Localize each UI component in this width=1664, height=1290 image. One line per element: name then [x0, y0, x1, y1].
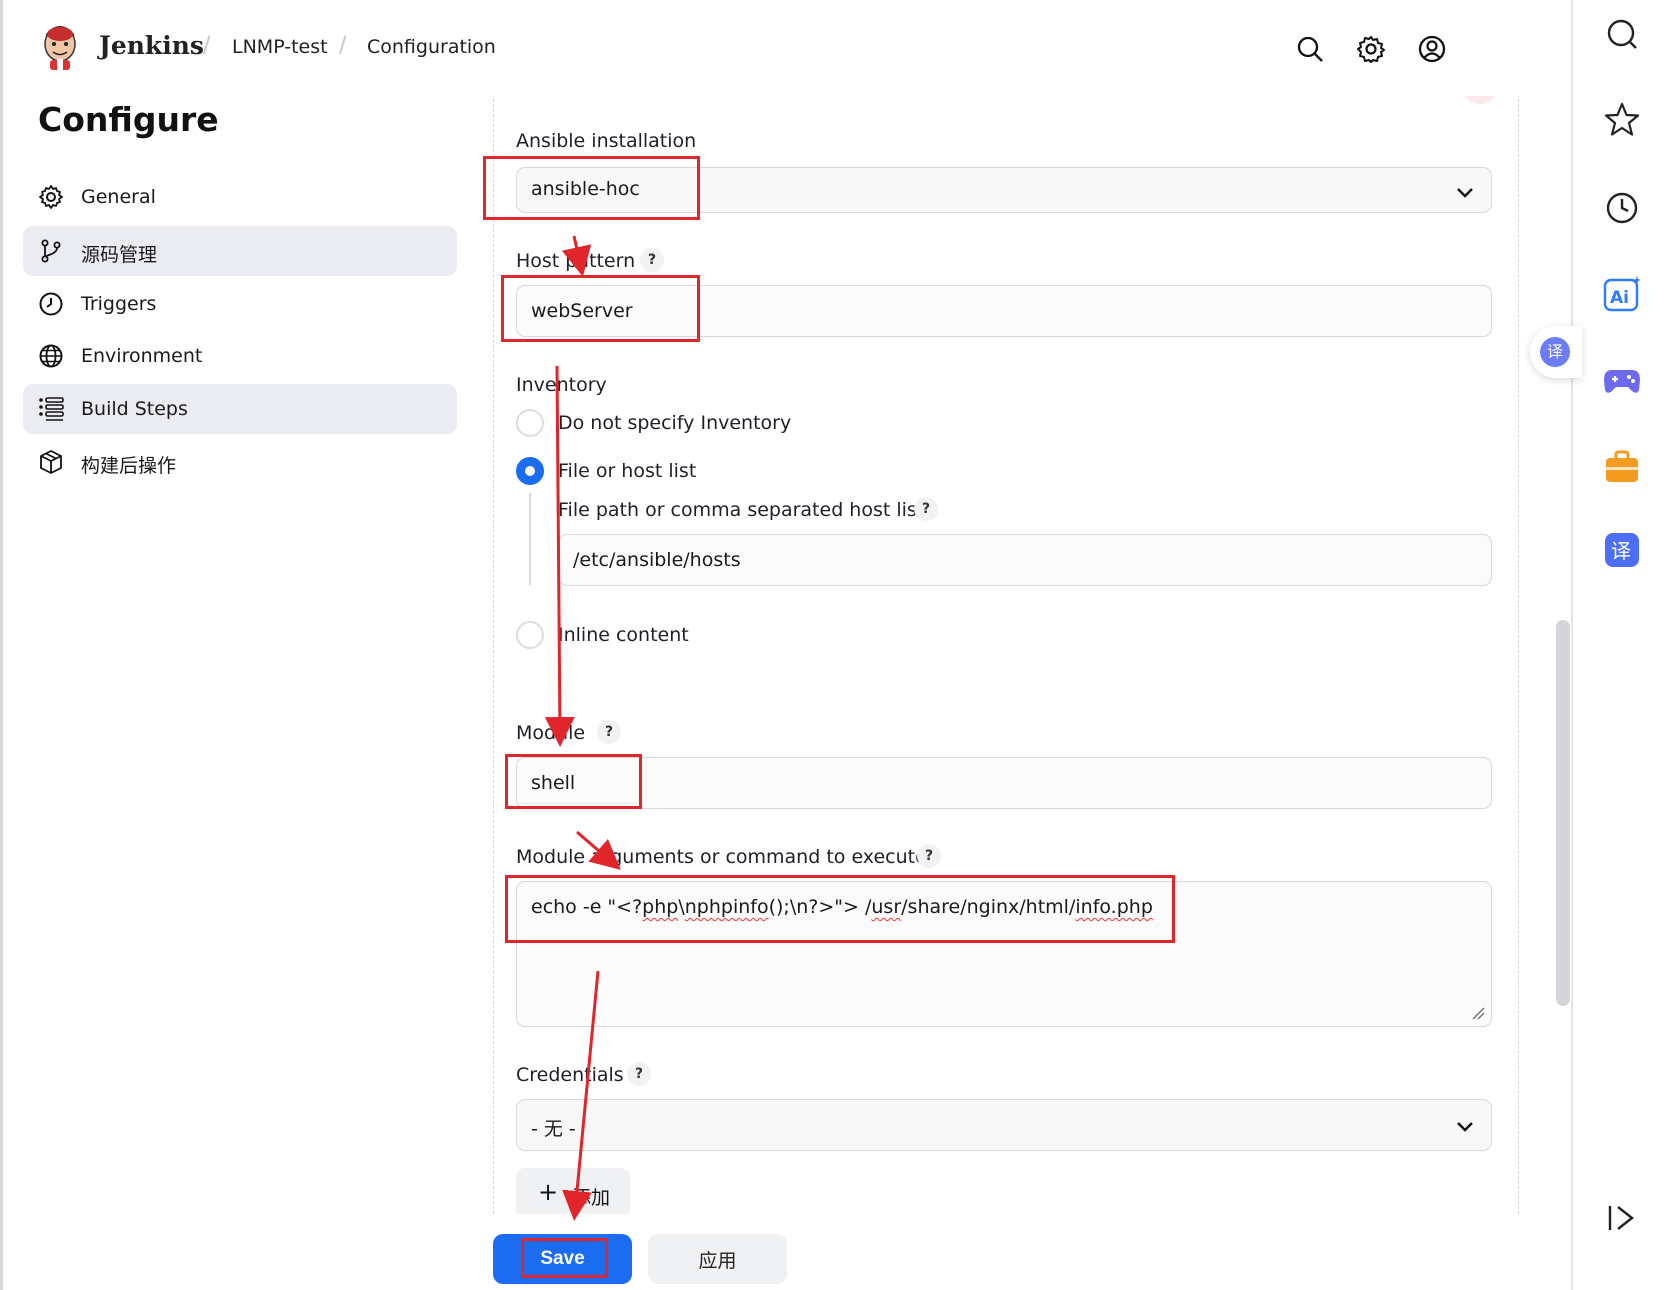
inventory-label: Inventory [516, 374, 607, 396]
page-title: Configure [38, 100, 219, 139]
annotation-box [505, 875, 1175, 943]
list-icon [39, 397, 64, 421]
resize-handle-icon[interactable] [1471, 1006, 1485, 1020]
gear-icon [39, 185, 63, 209]
top-header: Jenkins / LNMP-test / Configuration [3, 0, 1571, 96]
search-icon[interactable] [1602, 15, 1642, 55]
credentials-select[interactable]: - 无 - [516, 1099, 1492, 1151]
radio-file-host-list[interactable] [516, 457, 544, 485]
radio-inline-content-label: Inline content [558, 624, 689, 646]
search-icon[interactable] [1295, 34, 1325, 64]
history-icon[interactable] [1602, 188, 1642, 228]
clock-icon [39, 292, 63, 316]
help-icon[interactable]: ? [597, 720, 621, 744]
user-icon[interactable] [1417, 34, 1447, 64]
game-icon[interactable] [1602, 360, 1642, 400]
host-pattern-label: Host pattern [516, 250, 636, 272]
scrollbar[interactable] [1556, 620, 1570, 1006]
breadcrumb-configuration[interactable]: Configuration [367, 36, 496, 58]
add-credentials-button[interactable]: + 添加 [516, 1168, 630, 1220]
sidebar-item-post-build[interactable]: 构建后操作 [23, 437, 457, 487]
globe-icon [39, 344, 63, 368]
module-input[interactable]: shell [516, 757, 1492, 809]
annotation-box [521, 1238, 608, 1278]
gear-icon[interactable] [1356, 34, 1386, 64]
help-icon[interactable]: ? [627, 1062, 651, 1086]
branch-icon [41, 239, 61, 263]
sidebar-item-environment[interactable]: Environment [23, 331, 457, 381]
svg-text:译: 译 [1611, 539, 1631, 563]
breadcrumb-project[interactable]: LNMP-test [232, 36, 328, 58]
module-label: Module [516, 722, 586, 744]
translate-icon: 译 [1540, 337, 1570, 367]
chevron-down-icon [1457, 1122, 1473, 1132]
floating-translate-button[interactable]: 译 [1530, 326, 1582, 378]
sidebar-toggle-icon[interactable] [1602, 1198, 1642, 1238]
action-bar [3, 1214, 1571, 1290]
annotation-box [483, 156, 700, 220]
plus-icon: + [538, 1178, 559, 1206]
sidebar-item-triggers[interactable]: Triggers [23, 279, 457, 329]
ansible-installation-label: Ansible installation [516, 130, 697, 152]
credentials-label: Credentials [516, 1064, 624, 1086]
radio-no-inventory-label: Do not specify Inventory [558, 412, 792, 434]
annotation-box [501, 275, 700, 342]
star-icon[interactable] [1602, 100, 1642, 140]
translate-icon[interactable]: 译 [1602, 530, 1642, 570]
toolbox-icon[interactable] [1602, 446, 1642, 486]
apply-button[interactable]: 应用 [648, 1234, 787, 1284]
radio-no-inventory[interactable] [516, 409, 544, 437]
sidebar-item-general[interactable]: General [23, 172, 457, 222]
annotation-box [505, 754, 642, 809]
help-icon[interactable]: ? [640, 248, 664, 272]
help-icon[interactable]: ? [914, 497, 938, 521]
sidebar-item-build-steps[interactable]: Build Steps [23, 384, 457, 434]
nested-indicator [529, 493, 531, 585]
file-path-input[interactable]: /etc/ansible/hosts [558, 534, 1492, 586]
brand-name[interactable]: Jenkins [99, 31, 204, 60]
ai-assistant-icon[interactable]: Ai [1602, 274, 1642, 314]
file-path-label: File path or comma separated host list [558, 499, 925, 521]
help-icon[interactable]: ? [917, 844, 941, 868]
radio-inline-content[interactable] [516, 621, 544, 649]
package-icon [40, 450, 62, 474]
sidebar-item-source-control[interactable]: 源码管理 [23, 226, 457, 276]
jenkins-logo-icon [44, 26, 76, 70]
module-args-label: Module arguments or command to execute [516, 846, 927, 868]
radio-file-host-list-label: File or host list [558, 460, 697, 482]
chevron-down-icon [1457, 188, 1473, 198]
svg-text:Ai: Ai [1610, 288, 1629, 308]
